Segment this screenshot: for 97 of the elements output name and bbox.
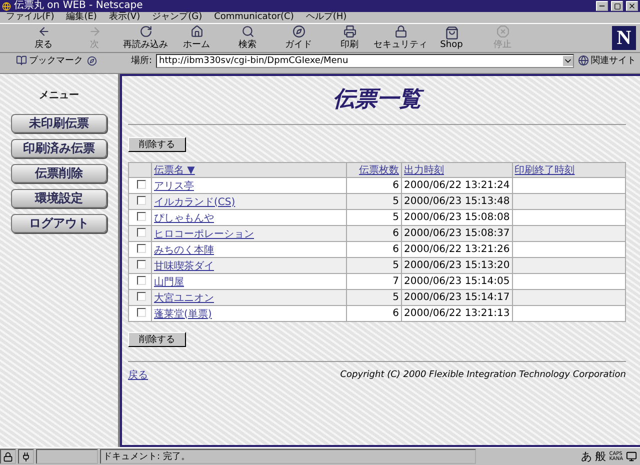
checkbox[interactable] xyxy=(137,244,146,252)
copyright-text: Copyright (C) 2000 Flexible Integration Technology Corporation xyxy=(340,370,626,380)
printer-icon xyxy=(342,25,356,38)
maximize-icon xyxy=(614,2,620,10)
slip-link[interactable]: 山門屋 xyxy=(154,276,184,288)
back-link[interactable]: 戻る xyxy=(128,368,148,382)
home-icon xyxy=(190,25,204,38)
checkbox[interactable] xyxy=(137,260,146,268)
table-cell: 6 xyxy=(347,306,401,321)
back-arrow-icon xyxy=(36,25,50,38)
related-sites-button[interactable]: 関連サイト xyxy=(578,54,636,67)
minimize-button[interactable] xyxy=(596,1,608,11)
table-cell: 2000/06/23 15:13:48 xyxy=(402,194,512,209)
globe-icon xyxy=(578,55,589,66)
table-cell: 6 xyxy=(347,178,401,193)
table-cell: 5 xyxy=(347,210,401,225)
table-cell: 6 xyxy=(347,226,401,241)
table-cell: 2000/06/22 13:21:26 xyxy=(402,242,512,257)
table-cell: 2000/06/23 15:08:08 xyxy=(402,210,512,225)
ime-indicator[interactable]: 般 xyxy=(595,449,606,464)
table-cell: 2000/06/23 15:13:20 xyxy=(402,258,512,273)
table-cell: 6 xyxy=(347,242,401,257)
close-icon xyxy=(628,2,636,10)
table-cell: 5 xyxy=(347,194,401,209)
lock-icon xyxy=(3,452,13,462)
search-icon xyxy=(240,25,254,38)
slip-link[interactable]: みちのく本陣 xyxy=(154,244,214,256)
maximize-button[interactable] xyxy=(611,1,623,11)
checkbox[interactable] xyxy=(137,212,146,220)
lock-icon xyxy=(394,25,408,38)
table-cell: 2000/06/23 15:08:37 xyxy=(402,226,512,241)
checkbox[interactable] xyxy=(137,228,146,236)
forward-arrow-icon xyxy=(88,25,102,38)
slip-link[interactable]: 甘味喫茶ダイ xyxy=(154,260,214,272)
app-icon xyxy=(2,2,11,10)
menu-item[interactable]: 編集(E) xyxy=(66,12,97,23)
sort-link[interactable]: 印刷終了時刻 xyxy=(514,165,575,176)
sort-link[interactable]: 伝票枚数 xyxy=(359,165,399,176)
toolbar-button[interactable]: 再読み込み xyxy=(120,25,171,51)
menu-item[interactable]: ヘルプ(H) xyxy=(306,12,347,23)
table-cell: 5 xyxy=(347,258,401,273)
toolbar-button[interactable]: 戻る xyxy=(18,25,69,51)
book-icon xyxy=(16,55,27,66)
menu-button[interactable]: 伝票削除 xyxy=(11,164,107,183)
delete-button[interactable]: 削除する xyxy=(128,332,186,347)
checkbox[interactable] xyxy=(137,180,146,188)
reload-icon xyxy=(138,25,152,38)
menu-button[interactable]: 印刷済み伝票 xyxy=(11,139,107,158)
bag-icon xyxy=(444,26,458,40)
delete-button[interactable]: 削除する xyxy=(128,137,186,152)
checkbox[interactable] xyxy=(137,276,146,284)
toolbar-button[interactable]: 検索 xyxy=(222,25,273,51)
toolbar-button[interactable]: ホーム xyxy=(171,25,222,51)
menu-heading: メニュー xyxy=(39,89,79,102)
menu-button[interactable]: 環境設定 xyxy=(11,189,107,208)
toolbar-button[interactable]: 印刷 xyxy=(324,25,375,51)
slip-link[interactable]: 大宮ユニオン xyxy=(154,292,214,304)
table-cell: 2000/06/23 15:14:05 xyxy=(402,274,512,289)
table-cell: 7 xyxy=(347,274,401,289)
ime-indicator[interactable]: あ xyxy=(581,449,592,464)
plug-icon xyxy=(21,452,31,462)
location-label: 場所: xyxy=(131,54,152,67)
bookmarks-button[interactable]: ブックマーク xyxy=(16,54,83,67)
url-field[interactable]: http://ibm330sv/cgi-bin/DpmCGIexe/Menu xyxy=(156,54,574,68)
table-cell: 2000/06/23 15:14:17 xyxy=(402,290,512,305)
monitor-icon xyxy=(626,451,637,462)
toolbar-button[interactable]: ガイド xyxy=(273,25,324,51)
menu-button[interactable]: 未印刷伝票 xyxy=(11,114,107,133)
page-icon xyxy=(87,56,97,66)
menu-item[interactable]: ジャンプ(G) xyxy=(152,12,202,23)
sort-link[interactable]: 出力時刻 xyxy=(404,165,444,176)
slip-link[interactable]: イルカランド(CS) xyxy=(154,196,236,208)
table-cell: 2000/06/22 13:21:24 xyxy=(402,178,512,193)
compass-icon xyxy=(292,25,306,38)
dropdown-arrow-icon[interactable] xyxy=(563,56,573,66)
menu-item[interactable]: ファイル(F) xyxy=(6,12,54,23)
menu-button[interactable]: ログアウト xyxy=(11,214,107,233)
window-title: 伝票丸 on WEB - Netscape xyxy=(14,0,144,12)
status-text: ドキュメント: 完了。 xyxy=(103,450,190,463)
logo: N xyxy=(612,26,636,50)
checkbox[interactable] xyxy=(137,292,146,300)
sort-link[interactable]: 伝票名 ▼ xyxy=(154,165,195,176)
toolbar-button[interactable]: セキュリティ xyxy=(375,25,426,51)
status-pane xyxy=(36,449,98,464)
menu-item[interactable]: Communicator(C) xyxy=(214,12,294,23)
table-cell: 5 xyxy=(347,290,401,305)
checkbox[interactable] xyxy=(137,308,146,316)
slip-link[interactable]: ぴしゃもんや xyxy=(154,212,214,224)
slip-link[interactable]: アリス亭 xyxy=(154,180,194,192)
menu-item[interactable]: 表示(V) xyxy=(108,12,140,23)
slip-link[interactable]: 蓬莱堂(単票) xyxy=(154,308,212,320)
close-button[interactable] xyxy=(626,1,638,11)
stop-icon xyxy=(496,25,510,38)
toolbar-button[interactable]: Shop xyxy=(426,25,477,51)
checkbox[interactable] xyxy=(137,196,146,204)
table-cell: 2000/06/22 13:21:13 xyxy=(402,306,512,321)
slip-link[interactable]: ヒロコーポレーション xyxy=(154,228,254,240)
